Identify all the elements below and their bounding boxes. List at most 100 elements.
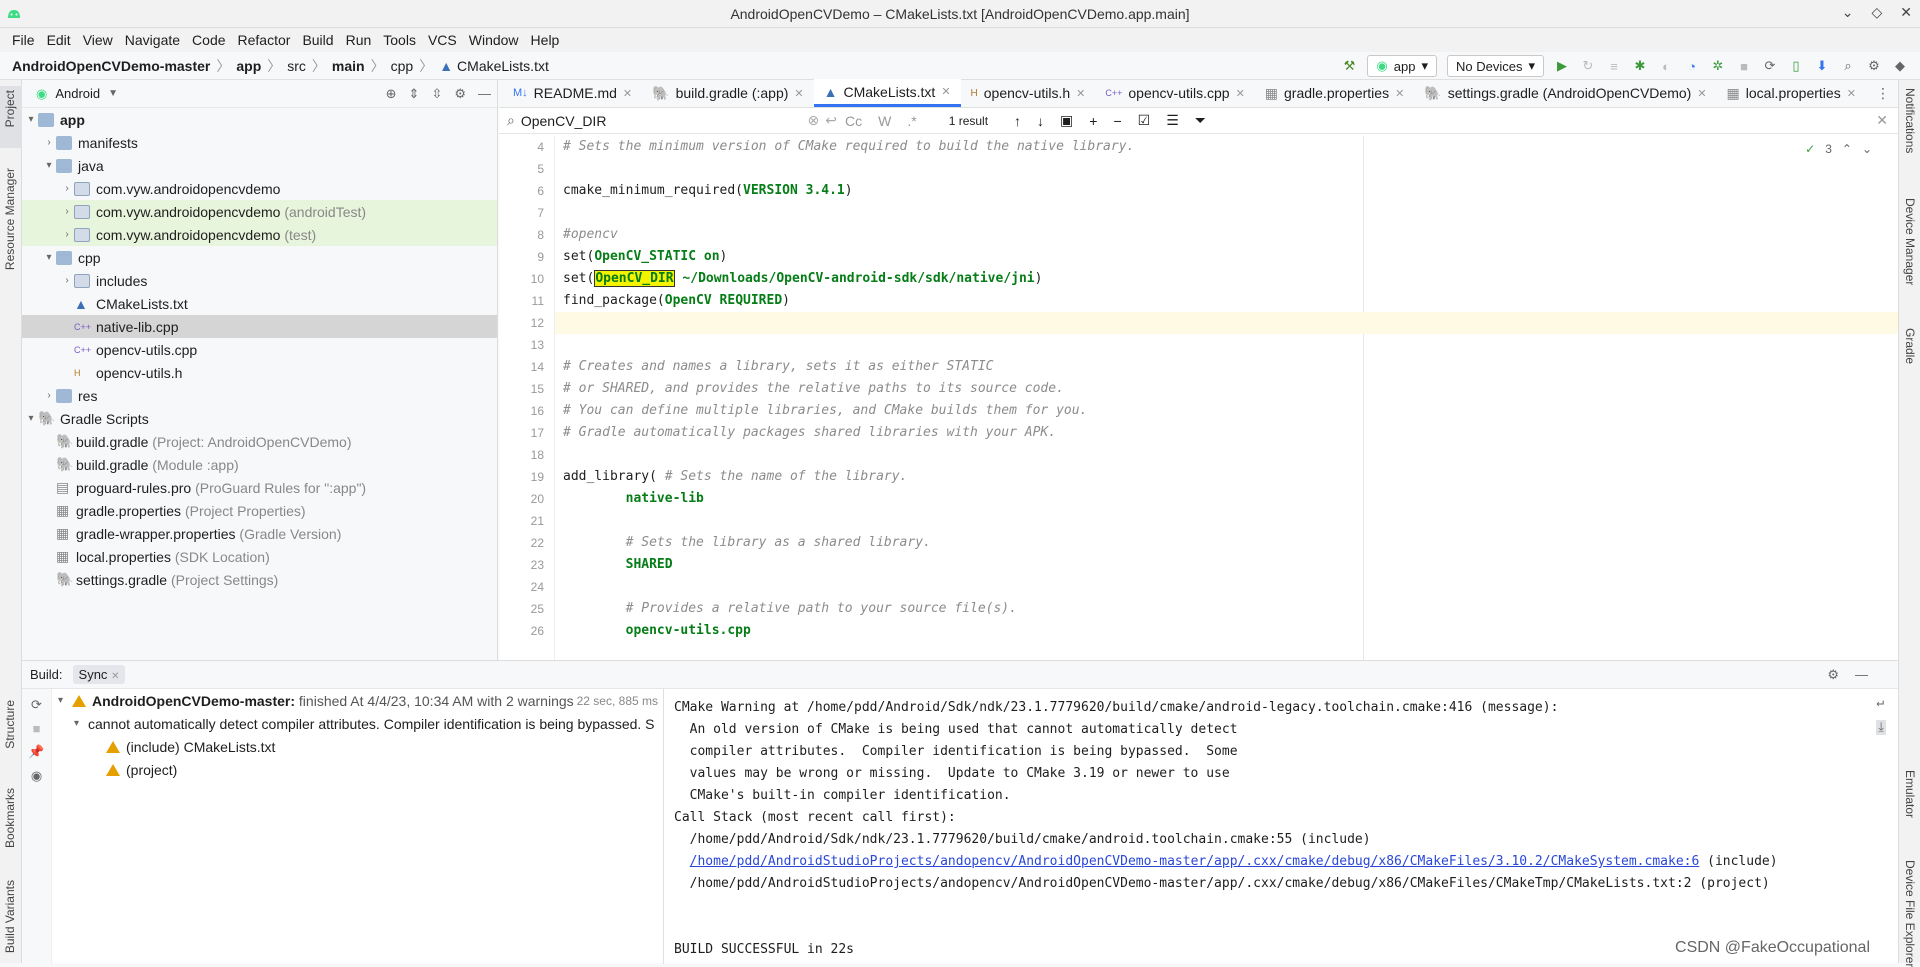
device-manager-tool-tab[interactable]: Device Manager (1903, 198, 1917, 285)
device-manager-icon[interactable]: ▯ (1788, 58, 1804, 74)
notifications-tool-tab[interactable]: Notifications (1903, 88, 1917, 153)
close-tab-icon[interactable]: ✕ (1395, 87, 1404, 100)
hide-panel-icon[interactable]: — (478, 86, 491, 102)
settings-gear-icon[interactable]: ⚙ (1866, 58, 1882, 74)
menu-tools[interactable]: Tools (377, 32, 422, 48)
tab-opencv-utils-h[interactable]: Hopencv-utils.h ✕ (961, 79, 1096, 107)
tree-item-gradle-wrapper-properties[interactable]: ▦ gradle-wrapper.properties (Gradle Versi… (22, 522, 497, 545)
tree-item-includes[interactable]: › includes (22, 269, 497, 292)
close-tab-icon[interactable]: ✕ (1076, 87, 1085, 100)
tab-local-properties[interactable]: ▦ local.properties ✕ (1717, 79, 1866, 107)
run-icon[interactable]: ▶ (1554, 58, 1570, 74)
tab-gradle-properties[interactable]: ▦ gradle.properties ✕ (1255, 79, 1415, 107)
menu-view[interactable]: View (77, 32, 119, 48)
eye-icon[interactable]: ◉ (22, 768, 51, 784)
arrow-up-icon[interactable]: ↑ (1014, 113, 1021, 129)
structure-tool-tab[interactable]: Structure (3, 700, 17, 749)
menu-window[interactable]: Window (463, 32, 525, 48)
file-link[interactable]: /home/pdd/AndroidStudioProjects/andopenc… (690, 854, 1700, 869)
close-tab-icon[interactable]: ✕ (1847, 87, 1856, 100)
open-in-window-icon[interactable]: ▣ (1060, 112, 1073, 129)
soft-wrap-icon[interactable]: ↵ (1876, 695, 1886, 710)
tab-build-gradle[interactable]: 🐘 build.gradle (:app) ✕ (642, 79, 814, 107)
maximize-icon[interactable]: ◇ (1871, 4, 1882, 21)
debug-icon[interactable]: ✱ (1632, 58, 1648, 74)
arrow-down-icon[interactable]: ↓ (1037, 113, 1044, 129)
build-tree-root[interactable]: ▾ AndroidOpenCVDemo-master: finished At … (52, 689, 662, 712)
gradle-tool-tab[interactable]: Gradle (1903, 328, 1917, 364)
tree-item-cmakelists[interactable]: ▲ CMakeLists.txt (22, 292, 497, 315)
tree-item-opencv-utils-cpp[interactable]: C++ opencv-utils.cpp (22, 338, 497, 361)
hammer-build-icon[interactable]: ⚒ (1341, 58, 1357, 74)
close-tab-icon[interactable]: ✕ (111, 671, 119, 682)
menu-file[interactable]: File (6, 32, 41, 48)
breadcrumb-item[interactable]: AndroidOpenCVDemo-master (12, 58, 210, 74)
menu-refactor[interactable]: Refactor (232, 32, 297, 48)
remove-occurrence-icon[interactable]: − (1113, 113, 1121, 129)
close-tab-icon[interactable]: ✕ (1236, 87, 1245, 100)
menu-help[interactable]: Help (525, 32, 566, 48)
bookmarks-tool-tab[interactable]: Bookmarks (3, 788, 17, 848)
chevron-up-icon[interactable]: ⌃ (1842, 142, 1852, 156)
tab-readme[interactable]: M↓ README.md ✕ (503, 79, 642, 107)
build-tree-item[interactable]: ▾ cannot automatically detect compiler at… (52, 712, 662, 735)
stop-icon[interactable]: ■ (1736, 58, 1752, 74)
breadcrumb-item[interactable]: src (287, 58, 306, 74)
menu-vcs[interactable]: VCS (422, 32, 463, 48)
pin-icon[interactable]: 📌 (22, 744, 51, 760)
scroll-to-end-icon[interactable]: ⤓ (1876, 720, 1886, 735)
menu-code[interactable]: Code (186, 32, 231, 48)
tree-item-cpp[interactable]: ▾ cpp (22, 246, 497, 269)
find-option-regex[interactable]: .* (907, 113, 916, 129)
close-icon[interactable]: ✕ (1900, 4, 1912, 21)
sdk-manager-icon[interactable]: ⬇ (1814, 58, 1830, 74)
resource-manager-tool-tab[interactable]: Resource Manager (3, 168, 17, 270)
menu-run[interactable]: Run (340, 32, 378, 48)
tree-item-package[interactable]: › com.vyw.androidopencvdemo (22, 177, 497, 200)
breadcrumb-item[interactable]: CMakeLists.txt (457, 58, 549, 74)
menu-build[interactable]: Build (296, 32, 339, 48)
breadcrumb-item[interactable]: cpp (391, 58, 414, 74)
tab-opencv-utils-cpp[interactable]: C++ opencv-utils.cpp ✕ (1095, 79, 1254, 107)
minimize-icon[interactable]: ⌄ (1842, 4, 1854, 21)
hide-panel-icon[interactable]: — (1855, 667, 1868, 683)
stop-icon[interactable]: ■ (22, 721, 51, 736)
close-tab-icon[interactable]: ✕ (1697, 87, 1706, 100)
tree-item-app[interactable]: ▾ app (22, 108, 497, 131)
tree-item-java[interactable]: ▾ java (22, 154, 497, 177)
inspections-widget[interactable]: ✓ 3 ⌃ ⌄ (1805, 142, 1872, 156)
tree-item-build-gradle-project[interactable]: 🐘 build.gradle (Project: AndroidOpenCVDem… (22, 430, 497, 453)
tree-item-package-test[interactable]: › com.vyw.androidopencvdemo (test) (22, 223, 497, 246)
menu-edit[interactable]: Edit (41, 32, 77, 48)
attach-debugger-icon[interactable]: ✲ (1710, 58, 1726, 74)
build-output[interactable]: CMake Warning at /home/pdd/Android/Sdk/n… (663, 689, 1898, 964)
build-tree-item[interactable]: (include) CMakeLists.txt (52, 735, 662, 758)
rerun-icon[interactable]: ↻ (1580, 58, 1596, 74)
filter-icon[interactable]: ⏷ (1195, 112, 1206, 129)
add-occurrence-icon[interactable]: + (1089, 113, 1097, 129)
menu-navigate[interactable]: Navigate (119, 32, 186, 48)
code-editor[interactable]: 4 5 6 7 8 9 10 11 12 13 14 15 16 17 18 1… (499, 136, 1898, 660)
build-tree-item[interactable]: (project) (52, 758, 662, 781)
project-view-select[interactable]: Android (55, 86, 100, 101)
assistant-icon[interactable]: ◆ (1892, 58, 1908, 74)
build-variants-tool-tab[interactable]: Build Variants (3, 880, 17, 953)
project-tool-tab[interactable]: Project (3, 90, 17, 127)
sync-icon[interactable]: ⟳ (22, 697, 51, 713)
device-select[interactable]: No Devices ▾ (1447, 55, 1544, 77)
tree-item-proguard[interactable]: ▤ proguard-rules.pro (ProGuard Rules for … (22, 476, 497, 499)
run-config-select[interactable]: ◉ app ▾ (1367, 55, 1437, 77)
find-option-match-case[interactable]: Cc (845, 113, 862, 129)
search-icon[interactable]: ⌕ (507, 112, 515, 129)
tree-item-native-lib[interactable]: C++ native-lib.cpp (22, 315, 497, 338)
search-icon[interactable]: ⌕ (1840, 58, 1856, 74)
tree-item-build-gradle-module[interactable]: 🐘 build.gradle (Module :app) (22, 453, 497, 476)
find-option-words[interactable]: W (878, 113, 891, 129)
tree-item-res[interactable]: › res (22, 384, 497, 407)
gradle-sync-icon[interactable]: ⟳ (1762, 58, 1778, 74)
tree-item-gradle-scripts[interactable]: ▾ 🐘 Gradle Scripts (22, 407, 497, 430)
close-find-icon[interactable]: ✕ (1876, 112, 1888, 129)
chevron-down-icon[interactable]: ▼ (108, 88, 118, 99)
gear-icon[interactable]: ⚙ (454, 86, 466, 102)
close-tab-icon[interactable]: ✕ (941, 85, 950, 98)
